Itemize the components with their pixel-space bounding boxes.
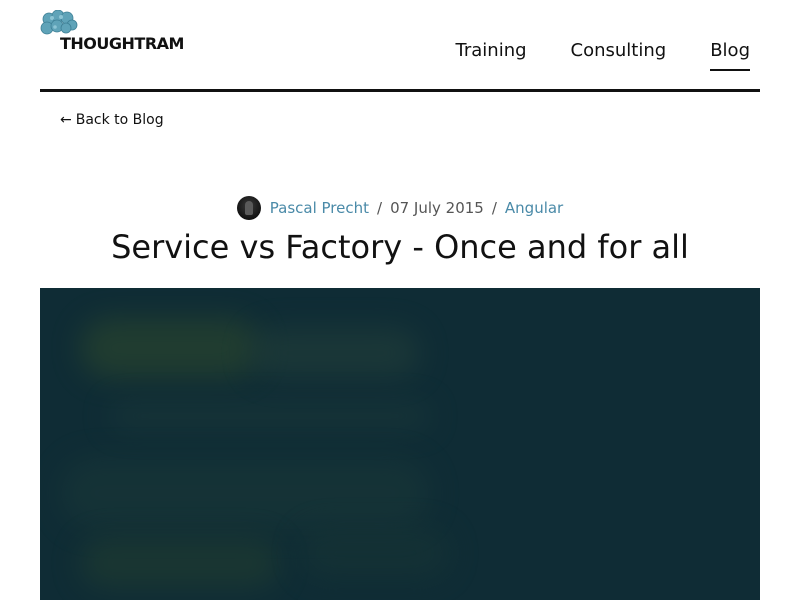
site-header: THOUGHTRAM Training Consulting Blog bbox=[40, 0, 760, 92]
hero-blur-shape bbox=[80, 318, 260, 378]
author-avatar[interactable] bbox=[236, 196, 261, 220]
nav-item-consulting[interactable]: Consulting bbox=[571, 40, 667, 71]
arrow-left-icon: ← bbox=[60, 112, 72, 128]
site-logo[interactable]: THOUGHTRAM bbox=[40, 10, 210, 60]
hero-blur-shape bbox=[250, 328, 420, 378]
hero-blur-shape bbox=[110, 403, 430, 429]
nav-item-training[interactable]: Training bbox=[456, 40, 527, 71]
logo-text: THOUGHTRAM bbox=[60, 34, 184, 53]
back-to-blog-link[interactable]: ← Back to Blog bbox=[60, 112, 164, 128]
category-link[interactable]: Angular bbox=[505, 199, 563, 217]
hero-blur-shape bbox=[60, 458, 430, 528]
hero-image bbox=[40, 288, 760, 600]
post-date: 07 July 2015 bbox=[390, 199, 484, 217]
hero-blur-shape bbox=[80, 538, 280, 588]
post-title: Service vs Factory - Once and for all bbox=[111, 228, 689, 266]
nav-item-blog[interactable]: Blog bbox=[710, 40, 750, 71]
page: THOUGHTRAM Training Consulting Blog ← Bac… bbox=[0, 0, 800, 600]
meta-separator: / bbox=[491, 199, 497, 217]
post-meta: Pascal Precht / 07 July 2015 / Angular bbox=[0, 196, 800, 220]
main-nav: Training Consulting Blog bbox=[456, 40, 750, 71]
author-link[interactable]: Pascal Precht bbox=[270, 199, 369, 217]
back-link-label: Back to Blog bbox=[75, 112, 164, 128]
hero-blur-shape bbox=[300, 528, 450, 578]
meta-separator: / bbox=[377, 199, 383, 217]
